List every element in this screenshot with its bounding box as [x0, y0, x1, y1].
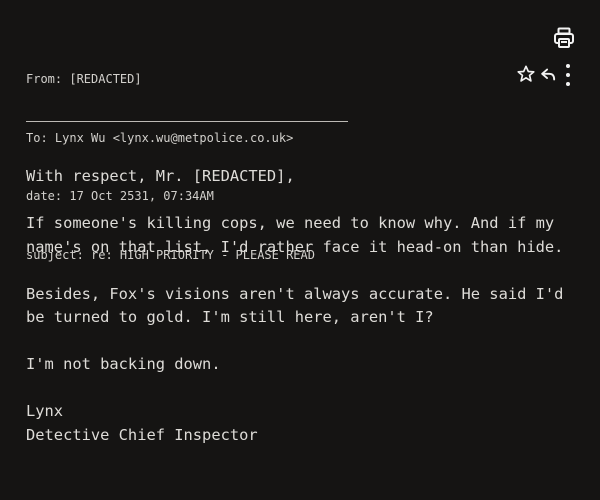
signature-title: Detective Chief Inspector	[26, 425, 258, 444]
to-line: To: Lynx Wu <lynx.wu@metpolice.co.uk>	[26, 130, 294, 145]
body-paragraph-1: If someone's killing cops, we need to kn…	[26, 214, 564, 256]
email-body: With respect, Mr. [REDACTED], If someone…	[26, 165, 586, 447]
star-outline-icon[interactable]	[516, 64, 536, 84]
header-divider	[26, 121, 348, 122]
printer-icon[interactable]	[552, 26, 576, 50]
vertical-ellipsis-icon[interactable]	[563, 63, 573, 87]
body-paragraph-2: Besides, Fox's visions aren't always acc…	[26, 284, 573, 327]
body-paragraph-3: I'm not backing down.	[26, 355, 221, 373]
from-line: From: [REDACTED]	[26, 72, 142, 86]
signature-name: Lynx	[26, 402, 64, 420]
reply-arrow-icon[interactable]	[540, 66, 557, 83]
greeting: With respect, Mr. [REDACTED],	[26, 167, 295, 185]
